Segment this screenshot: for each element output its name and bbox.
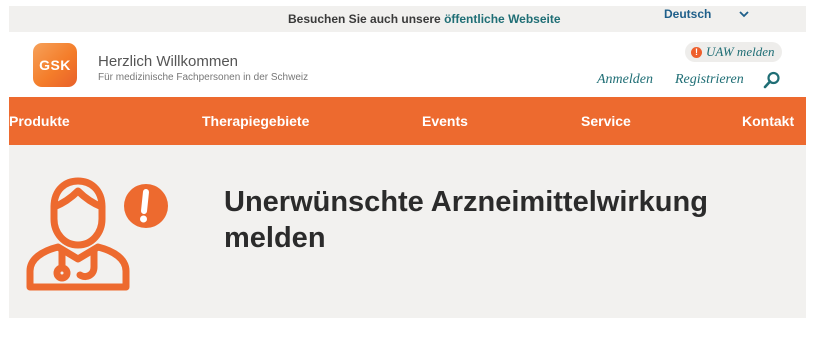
nav-item-service[interactable]: Service [581,113,631,129]
register-link[interactable]: Registrieren [675,72,744,88]
nav-item-produkte[interactable]: Produkte [9,113,70,129]
hero-divider [9,318,806,340]
nav-item-kontakt[interactable]: Kontakt [742,113,794,129]
person-alert-icon [26,177,168,291]
uaw-report-button[interactable]: ! UAW melden [685,42,783,62]
welcome-subtitle: Für medizinische Fachpersonen in der Sch… [98,72,309,83]
login-link[interactable]: Anmelden [597,72,653,88]
uaw-label: UAW melden [706,44,775,59]
alert-icon: ! [691,46,702,58]
nav-item-therapiegebiete[interactable]: Therapiegebiete [202,113,309,129]
topbar-text: Besuchen Sie auch unsere [288,12,445,26]
topbar-notice: Besuchen Sie auch unsere öffentliche Web… [288,12,561,26]
language-selector[interactable]: Deutsch [664,7,711,21]
main-navigation: Produkte Therapiegebiete Events Service … [9,97,806,145]
nav-item-events[interactable]: Events [422,113,468,129]
public-website-link[interactable]: öffentliche Webseite [444,12,560,26]
gsk-logo[interactable]: GSK [33,43,77,87]
search-icon[interactable] [763,71,781,89]
chevron-down-icon[interactable] [738,8,750,20]
site-header: GSK Herzlich Willkommen Für medizinische… [9,32,806,97]
welcome-title: Herzlich Willkommen [98,53,239,70]
page-title: Unerwünschte Arzneimittelwirkung melden [224,186,708,254]
